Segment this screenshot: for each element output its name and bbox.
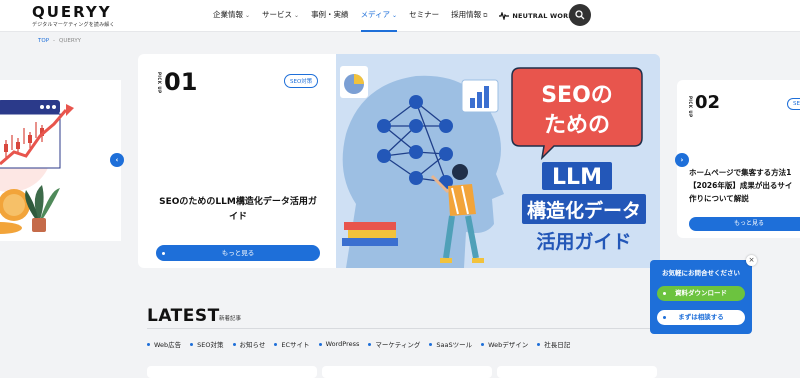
category-tag[interactable]: SEO対策 — [284, 74, 319, 88]
hero-bubble-line1: SEOの — [541, 83, 613, 108]
breadcrumb: TOP - QUERYY — [38, 38, 81, 44]
nav-item-company[interactable]: 企業情報 ⌄ — [213, 0, 250, 32]
nav-item-recruit[interactable]: 採用情報 ⧉ — [451, 0, 487, 32]
consult-button[interactable]: まずは相談する — [657, 310, 745, 325]
category-link-ec[interactable]: ECサイト — [274, 339, 310, 349]
chevron-down-icon: ⌄ — [392, 12, 398, 19]
category-link-news[interactable]: お知らせ — [232, 339, 265, 349]
logo-tagline: デジタルマーケティングを読み解く — [32, 22, 115, 28]
pickup-up-label: PICK UP — [688, 96, 693, 118]
neutral-works-logo-icon — [499, 12, 510, 20]
contact-widget: × お気軽にお問合せください 資料ダウンロード まずは相談する — [650, 255, 757, 334]
bullet-icon — [537, 342, 541, 346]
nav-item-cases[interactable]: 事例・実績 — [311, 0, 349, 32]
nav-item-media[interactable]: メディア ⌄ — [360, 0, 398, 32]
bullet-icon — [663, 292, 666, 295]
nav-item-neutral-works[interactable]: NEUTRAL WORKS — [499, 0, 578, 32]
category-tag[interactable]: SEO — [787, 98, 800, 110]
search-icon — [575, 10, 585, 20]
category-link-seo[interactable]: SEO対策 — [190, 339, 224, 349]
hero-box-line2: 構造化データ — [527, 199, 641, 222]
bullet-icon — [429, 342, 433, 346]
category-link-web-ads[interactable]: Web広告 — [147, 339, 181, 349]
category-filter: Web広告 SEO対策 お知らせ ECサイト WordPress マーケティング… — [147, 339, 579, 349]
stock-chart-illustration — [0, 80, 121, 241]
article-card[interactable] — [322, 366, 492, 378]
pickup-card-main[interactable]: PICK UP 01 SEO対策 SEOのためのLLM構造化データ活用ガイド も… — [138, 54, 660, 268]
hero-box-line3: 活用ガイド — [536, 230, 631, 253]
read-more-button[interactable]: もっと見る — [156, 245, 320, 261]
bullet-icon — [232, 342, 236, 346]
nav-item-seminar[interactable]: セミナー — [409, 0, 439, 32]
slider-prev-button[interactable]: ‹ — [110, 153, 124, 167]
breadcrumb-current: QUERYY — [59, 38, 82, 44]
pickup-up-label: PICK UP — [157, 72, 162, 94]
bullet-icon — [368, 342, 372, 346]
category-link-diary[interactable]: 社長日記 — [537, 339, 570, 349]
bullet-icon — [190, 342, 194, 346]
breadcrumb-top-link[interactable]: TOP — [38, 38, 49, 44]
main-nav: 企業情報 ⌄ サービス ⌄ 事例・実績 メディア ⌄ セミナー 採用情報 ⧉ NEUTR… — [213, 0, 590, 32]
llm-illustration: SEOの ための LLM 構造化データ 活用ガイド — [336, 54, 660, 268]
logo[interactable]: QUERYY デジタルマーケティングを読み解く — [32, 4, 115, 28]
hero-image[interactable]: SEOの ための LLM 構造化データ 活用ガイド — [336, 54, 660, 268]
bullet-icon — [318, 342, 322, 346]
slider-next-button[interactable]: › — [675, 153, 689, 167]
nav-item-services[interactable]: サービス ⌄ — [262, 0, 299, 32]
hero-bubble-line2: ための — [544, 113, 610, 138]
bullet-icon — [147, 342, 150, 346]
category-link-wordpress[interactable]: WordPress — [318, 340, 359, 348]
pickup-number: 02 — [695, 92, 721, 113]
hero-box-line1: LLM — [552, 165, 602, 190]
article-title[interactable]: SEOのためのLLM構造化データ活用ガイド — [156, 195, 320, 225]
close-icon[interactable]: × — [746, 255, 757, 266]
category-link-saas[interactable]: SaaSツール — [429, 339, 472, 349]
read-more-button[interactable]: もっと見る — [689, 217, 800, 231]
divider — [147, 328, 652, 329]
pickup-next-card[interactable]: PICK UP 02 SEO ホームページで集客する方法1 【2026年版】成果… — [677, 80, 800, 238]
pickup-prev-card[interactable] — [0, 80, 121, 241]
download-button[interactable]: 資料ダウンロード — [657, 286, 745, 301]
article-card[interactable] — [147, 366, 317, 378]
search-button[interactable] — [569, 4, 591, 26]
bullet-icon — [162, 252, 165, 255]
bullet-icon — [274, 342, 278, 346]
logo-name: QUERYY — [32, 3, 112, 21]
category-link-marketing[interactable]: マーケティング — [368, 339, 420, 349]
pickup-number: 01 — [164, 68, 198, 96]
contact-title: お気軽にお問合せください — [662, 269, 740, 277]
article-title[interactable]: ホームページで集客する方法1 【2026年版】成果が出るサイ 作りについて解説 — [689, 166, 800, 205]
category-link-webdesign[interactable]: Webデザイン — [481, 339, 528, 349]
bullet-icon — [663, 316, 666, 319]
bullet-icon — [481, 342, 485, 346]
article-card[interactable] — [497, 366, 657, 378]
chevron-down-icon: ⌄ — [294, 12, 300, 19]
latest-subheading: 新着記事 — [219, 316, 242, 322]
breadcrumb-separator: - — [53, 38, 56, 44]
external-link-icon: ⧉ — [483, 12, 488, 19]
latest-heading: LATEST — [147, 306, 220, 326]
chevron-down-icon: ⌄ — [245, 12, 251, 19]
site-header: QUERYY デジタルマーケティングを読み解く 企業情報 ⌄ サービス ⌄ 事例・実… — [0, 0, 800, 32]
